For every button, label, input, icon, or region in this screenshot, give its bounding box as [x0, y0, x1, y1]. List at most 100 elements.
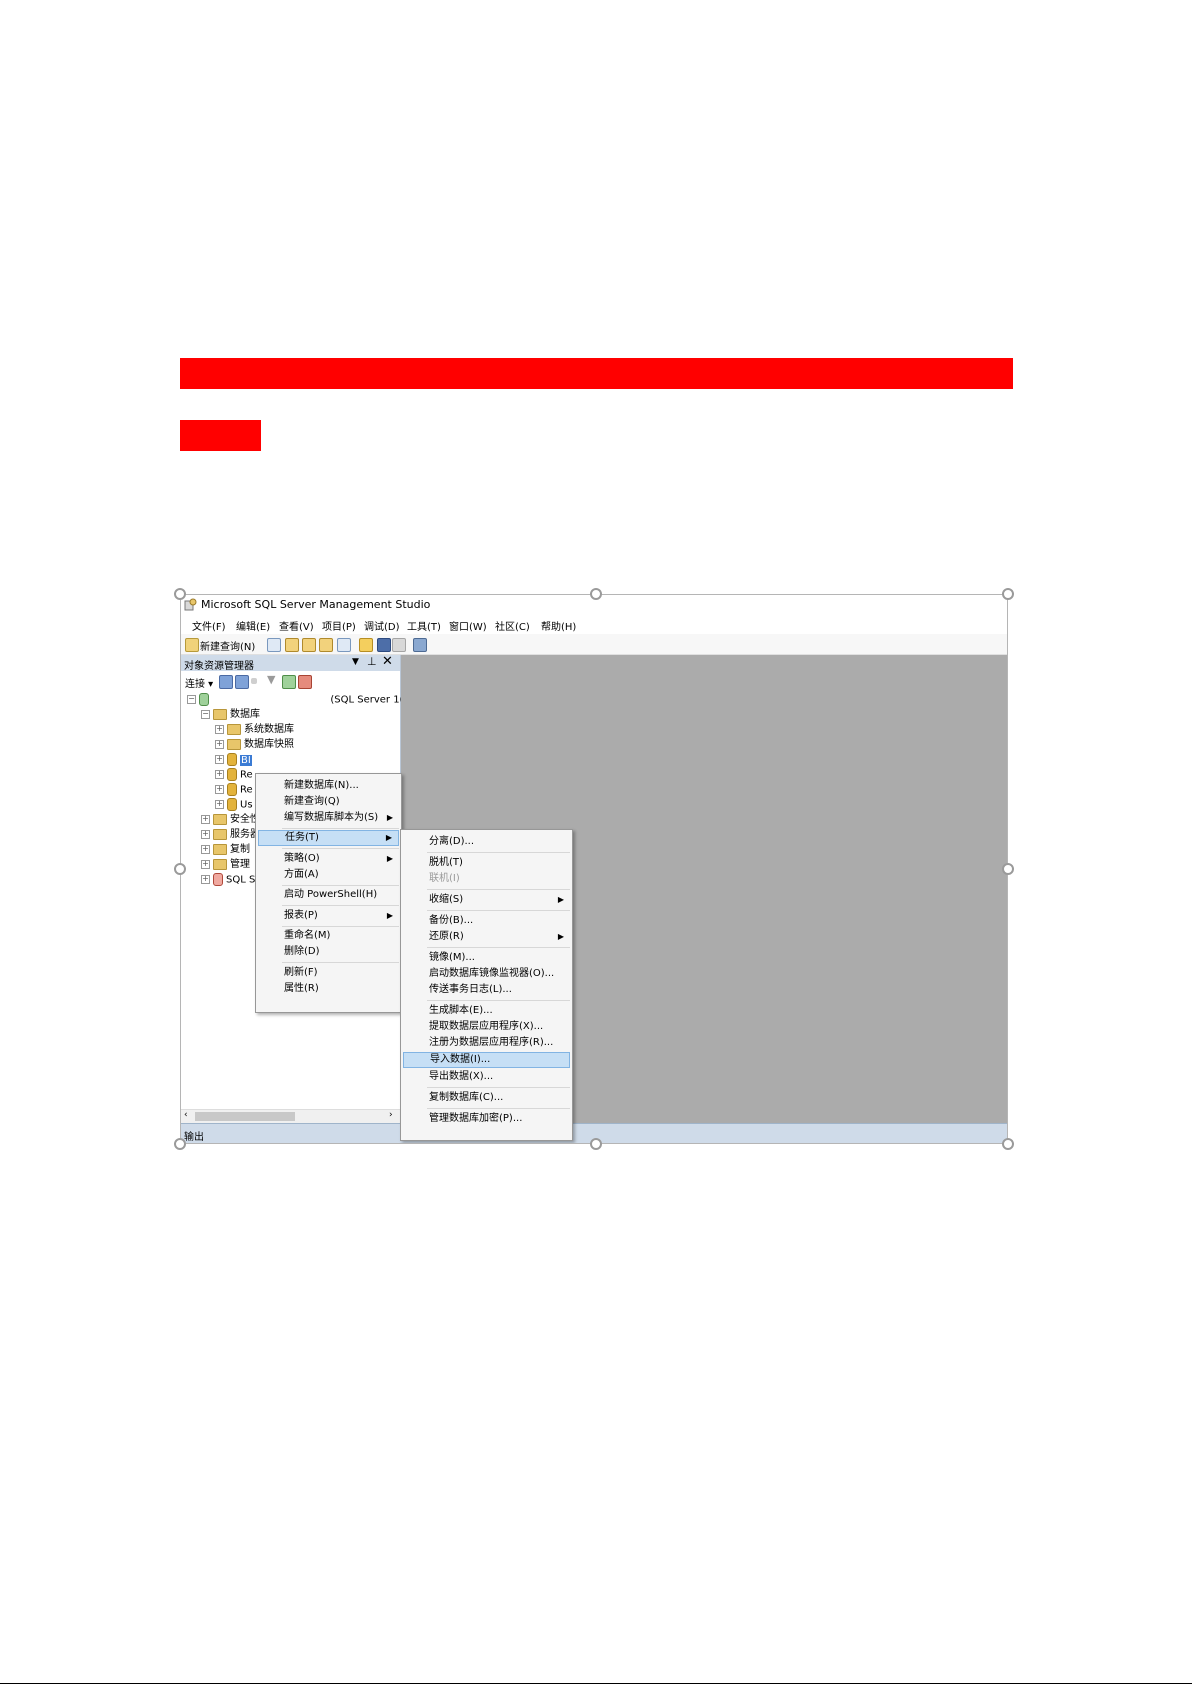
task-extract-data-tier-app[interactable]: 提取数据层应用程序(X)... — [403, 1019, 570, 1035]
menu-start-powershell[interactable]: 启动 PowerShell(H) — [258, 887, 399, 903]
tree-sql-agent[interactable]: + SQL S — [201, 873, 255, 887]
task-register-data-tier-app[interactable]: 注册为数据层应用程序(R)... — [403, 1035, 570, 1051]
task-mirror[interactable]: 镜像(M)... — [403, 950, 570, 966]
submenu-arrow-icon: ▶ — [386, 854, 393, 863]
menu-properties[interactable]: 属性(R) — [258, 981, 399, 997]
task-detach[interactable]: 分离(D)... — [403, 834, 570, 850]
save-icon[interactable] — [377, 638, 391, 652]
menu-project[interactable]: 项目(P) — [322, 618, 356, 633]
tree-db-3[interactable]: + Re — [215, 783, 253, 797]
menu-new-database[interactable]: 新建数据库(N)... — [258, 778, 399, 794]
ssms-window: Microsoft SQL Server Management Studio 文… — [180, 594, 1008, 1144]
task-generate-scripts[interactable]: 生成脚本(E)... — [403, 1003, 570, 1019]
explorer-toolbar: 连接 ▾ ▼ — [181, 672, 400, 690]
save-all-icon[interactable] — [392, 638, 406, 652]
resize-handle-bottom[interactable] — [590, 1138, 602, 1150]
task-take-offline[interactable]: 脱机(T) — [403, 855, 570, 871]
connect-button[interactable]: 连接 ▾ — [185, 675, 213, 690]
tree-server-node[interactable]: − (SQL Server 1( — [187, 693, 403, 707]
database-icon — [227, 768, 237, 781]
menu-script-database[interactable]: 编写数据库脚本为(S) ▶ — [258, 810, 399, 826]
menu-refresh[interactable]: 刷新(F) — [258, 965, 399, 981]
task-restore[interactable]: 还原(R) ▶ — [403, 929, 570, 945]
menu-tools[interactable]: 工具(T) — [407, 618, 441, 633]
task-shrink[interactable]: 收缩(S) ▶ — [403, 892, 570, 908]
menu-facets[interactable]: 方面(A) — [258, 867, 399, 883]
new-query-button[interactable]: 新建查询(N) — [200, 638, 255, 653]
menu-view[interactable]: 查看(V) — [279, 618, 314, 633]
task-manage-encryption[interactable]: 管理数据库加密(P)... — [403, 1111, 570, 1127]
tree-replication[interactable]: + 复制 — [201, 843, 250, 857]
submenu-arrow-icon: ▶ — [386, 911, 393, 920]
open-folder-icon[interactable] — [359, 638, 373, 652]
task-backup[interactable]: 备份(B)... — [403, 913, 570, 929]
menu-help[interactable]: 帮助(H) — [541, 618, 576, 633]
tree-db-4[interactable]: + Us — [215, 798, 253, 812]
scroll-right-icon[interactable]: › — [389, 1110, 393, 1120]
resize-handle-bottom-right[interactable] — [1002, 1138, 1014, 1150]
menu-reports[interactable]: 报表(P) ▶ — [258, 908, 399, 924]
resize-handle-left[interactable] — [174, 863, 186, 875]
task-launch-mirroring-monitor[interactable]: 启动数据库镜像监视器(O)... — [403, 966, 570, 982]
menu-policies[interactable]: 策略(O) ▶ — [258, 851, 399, 867]
database-query-icon-2[interactable] — [302, 638, 316, 652]
file-icon[interactable] — [337, 638, 351, 652]
resize-handle-top[interactable] — [590, 588, 602, 600]
database-query-icon[interactable] — [285, 638, 299, 652]
tree-databases[interactable]: − 数据库 — [201, 708, 260, 722]
horizontal-scrollbar[interactable]: ‹ › — [181, 1109, 400, 1123]
menu-edit[interactable]: 编辑(E) — [236, 618, 270, 633]
close-icon[interactable]: ✕ — [382, 654, 393, 669]
document-icon[interactable] — [267, 638, 281, 652]
tree-db-selected[interactable]: + BI — [215, 753, 252, 767]
refresh-icon[interactable] — [282, 675, 296, 689]
resize-handle-top-right[interactable] — [1002, 588, 1014, 600]
tree-system-databases[interactable]: + 系统数据库 — [215, 723, 294, 737]
database-query-icon-3[interactable] — [319, 638, 333, 652]
task-ship-transaction-logs[interactable]: 传送事务日志(L)... — [403, 982, 570, 998]
stop-icon[interactable] — [251, 678, 257, 684]
resize-handle-right[interactable] — [1002, 863, 1014, 875]
connect-icon[interactable] — [219, 675, 233, 689]
activity-monitor-icon[interactable] — [413, 638, 427, 652]
submenu-arrow-icon: ▶ — [557, 895, 564, 904]
scroll-left-icon[interactable]: ‹ — [184, 1110, 188, 1120]
redaction-bar-2 — [180, 420, 261, 451]
task-copy-database[interactable]: 复制数据库(C)... — [403, 1090, 570, 1106]
task-bring-online: 联机(I) — [429, 873, 460, 884]
submenu-arrow-icon: ▶ — [557, 932, 564, 941]
tree-management[interactable]: + 管理 — [201, 858, 250, 872]
dropdown-icon[interactable]: ▼ — [352, 657, 359, 667]
filter-icon[interactable]: ▼ — [267, 673, 275, 686]
database-icon — [227, 783, 237, 796]
menu-new-query[interactable]: 新建查询(Q) — [258, 794, 399, 810]
folder-icon — [213, 843, 227, 855]
menu-window[interactable]: 窗口(W) — [449, 618, 487, 633]
tree-security[interactable]: + 安全性 — [201, 813, 260, 827]
redaction-bar-1 — [180, 358, 1013, 389]
task-import-data[interactable]: 导入数据(I)... — [403, 1052, 570, 1068]
resize-handle-top-left[interactable] — [174, 588, 186, 600]
folder-icon — [227, 738, 241, 750]
menu-file[interactable]: 文件(F) — [192, 618, 226, 633]
tree-database-snapshots[interactable]: + 数据库快照 — [215, 738, 294, 752]
tree-server-objects[interactable]: + 服务器 — [201, 828, 260, 842]
app-icon — [184, 598, 197, 611]
database-context-menu: 新建数据库(N)... 新建查询(Q) 编写数据库脚本为(S) ▶ 任务(T) ▶ … — [255, 773, 402, 1013]
folder-icon — [213, 813, 227, 825]
disconnect-icon[interactable] — [235, 675, 249, 689]
menu-debug[interactable]: 调试(D) — [364, 618, 400, 633]
menu-rename[interactable]: 重命名(M) — [258, 928, 399, 944]
menu-tasks[interactable]: 任务(T) ▶ — [258, 830, 399, 846]
menu-bar: 文件(F) 编辑(E) 查看(V) 项目(P) 调试(D) 工具(T) 窗口(W… — [181, 614, 1007, 634]
menu-delete[interactable]: 删除(D) — [258, 944, 399, 960]
activity-icon[interactable] — [298, 675, 312, 689]
tree-db-2[interactable]: + Re — [215, 768, 253, 782]
pin-icon[interactable]: ⊥ — [367, 655, 377, 668]
task-export-data[interactable]: 导出数据(X)... — [403, 1069, 570, 1085]
menu-community[interactable]: 社区(C) — [495, 618, 530, 633]
submenu-arrow-icon: ▶ — [385, 833, 392, 842]
resize-handle-bottom-left[interactable] — [174, 1138, 186, 1150]
scroll-thumb[interactable] — [195, 1112, 295, 1121]
agent-icon — [213, 873, 223, 886]
